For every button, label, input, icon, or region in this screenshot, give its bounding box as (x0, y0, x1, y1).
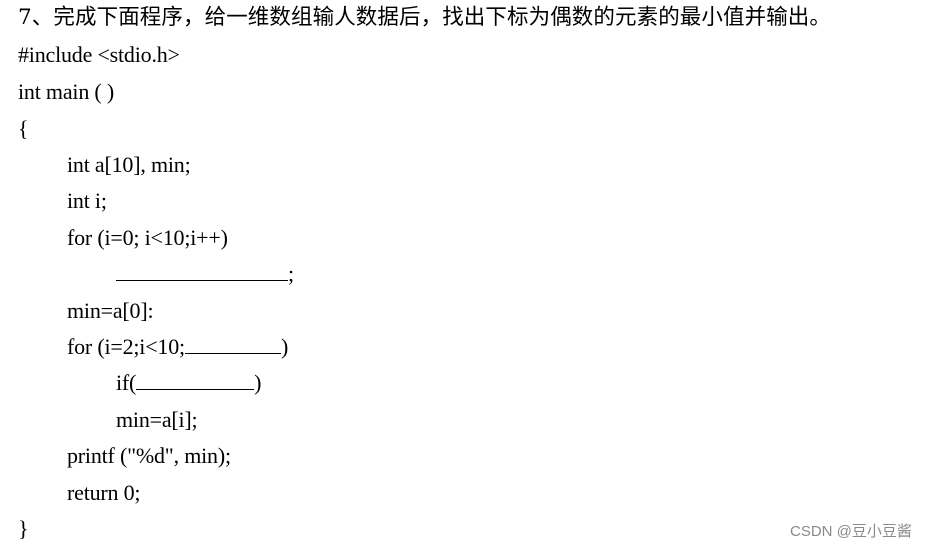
code-line-close-brace: } (18, 516, 29, 541)
question-heading: 7、完成下面程序，给一维数组输人数据后，找出下标为偶数的元素的最小值并输出。 (18, 5, 831, 31)
csdn-watermark: CSDN @豆小豆酱 (790, 523, 912, 540)
code-line-min-assign: min=a[i]; (116, 407, 198, 432)
code-line-open-brace: { (18, 116, 29, 141)
blank1-semicolon: ; (288, 261, 294, 286)
code-line-for-search: for (i=2;i<10;) (67, 334, 288, 360)
code-line-if: if() (116, 370, 262, 396)
code-line-min-init: min=a[0]: (67, 298, 154, 323)
code-line-i-declaration: int i; (67, 188, 107, 213)
code-line-for-input: for (i=0; i<10;i++) (67, 225, 228, 250)
if-prefix: if( (116, 370, 137, 395)
for2-prefix: for (i=2;i<10; (67, 334, 185, 359)
code-line-return: return 0; (67, 480, 141, 505)
code-line-blank-input: ; (116, 261, 294, 287)
code-line-main-signature: int main ( ) (18, 79, 114, 104)
fill-in-blank-1[interactable] (116, 261, 288, 281)
if-suffix: ) (254, 370, 262, 395)
fill-in-blank-3[interactable] (136, 370, 255, 390)
question-text: 完成下面程序，给一维数组输人数据后，找出下标为偶数的元素的最小值并输出。 (53, 5, 831, 30)
question-number: 7、 (18, 5, 54, 30)
code-line-array-declaration: int a[10], min; (67, 152, 191, 177)
fill-in-blank-2[interactable] (184, 334, 281, 354)
code-line-printf: printf ("%d", min); (67, 443, 231, 468)
code-line-include: #include <stdio.h> (18, 42, 180, 67)
for2-suffix: ) (280, 334, 289, 359)
